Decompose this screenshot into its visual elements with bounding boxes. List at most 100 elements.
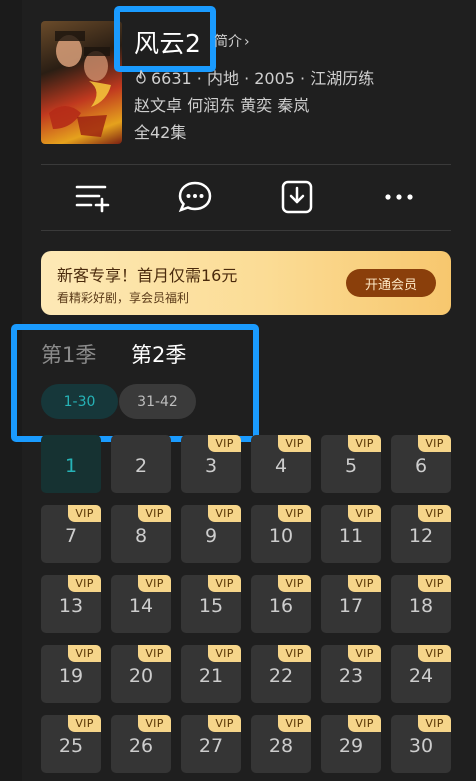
episode-number: 16 — [268, 595, 294, 617]
add-to-list-icon — [75, 185, 110, 213]
episode-item[interactable]: 1 — [41, 435, 101, 493]
episode-item[interactable]: 26 VIP — [111, 715, 171, 773]
vip-badge: VIP — [208, 575, 241, 592]
episode-item[interactable]: 14 VIP — [111, 575, 171, 633]
vip-badge: VIP — [348, 505, 381, 522]
vip-badge: VIP — [278, 575, 311, 592]
episode-item[interactable]: 15 VIP — [181, 575, 241, 633]
title-highlight-box — [114, 6, 216, 72]
episode-number: 9 — [204, 525, 218, 547]
vip-badge: VIP — [208, 505, 241, 522]
vip-badge: VIP — [348, 645, 381, 662]
vip-badge: VIP — [278, 645, 311, 662]
episode-number: 19 — [58, 665, 84, 687]
episode-item[interactable]: 12 VIP — [391, 505, 451, 563]
episode-item[interactable]: 2 — [111, 435, 171, 493]
episode-item[interactable]: 7 VIP — [41, 505, 101, 563]
vip-badge: VIP — [138, 715, 171, 732]
episode-number: 4 — [274, 455, 288, 477]
episode-item[interactable]: 10 VIP — [251, 505, 311, 563]
episode-item[interactable]: 25 VIP — [41, 715, 101, 773]
comment-button[interactable] — [177, 180, 213, 214]
vip-badge: VIP — [138, 575, 171, 592]
episode-number: 24 — [408, 665, 434, 687]
episode-item[interactable]: 28 VIP — [251, 715, 311, 773]
vip-badge: VIP — [348, 715, 381, 732]
episode-number: 23 — [338, 665, 364, 687]
episode-number: 14 — [128, 595, 154, 617]
episode-number: 12 — [408, 525, 434, 547]
vip-badge: VIP — [278, 435, 311, 452]
more-button[interactable] — [381, 180, 417, 214]
meta-text: 6631 · 内地 · 2005 · 江湖历练 — [151, 69, 375, 88]
episode-item[interactable]: 11 VIP — [321, 505, 381, 563]
episode-item[interactable]: 21 VIP — [181, 645, 241, 703]
episode-number: 7 — [64, 525, 78, 547]
episode-item[interactable]: 19 VIP — [41, 645, 101, 703]
episode-number: 28 — [268, 735, 294, 757]
episode-number: 25 — [58, 735, 84, 757]
episode-item[interactable]: 27 VIP — [181, 715, 241, 773]
chevron-right-icon: › — [244, 34, 250, 50]
more-icon — [385, 194, 413, 200]
episode-number: 20 — [128, 665, 154, 687]
download-button[interactable] — [279, 180, 315, 214]
episode-number: 13 — [58, 595, 84, 617]
vip-promo-title: 新客专享！首月仅需16元 — [57, 266, 238, 285]
episode-number: 11 — [338, 525, 364, 547]
intro-link-label: 简介 — [214, 34, 242, 50]
add-to-list-button[interactable] — [75, 180, 111, 214]
episode-item[interactable]: 6 VIP — [391, 435, 451, 493]
vip-badge: VIP — [418, 505, 451, 522]
vip-badge: VIP — [348, 435, 381, 452]
poster-image[interactable] — [41, 21, 122, 144]
episode-number: 30 — [408, 735, 434, 757]
vip-badge: VIP — [138, 505, 171, 522]
episode-item[interactable]: 29 VIP — [321, 715, 381, 773]
episode-number: 17 — [338, 595, 364, 617]
episode-item[interactable]: 5 VIP — [321, 435, 381, 493]
episode-number: 21 — [198, 665, 224, 687]
episode-item[interactable]: 13 VIP — [41, 575, 101, 633]
vip-badge: VIP — [278, 715, 311, 732]
episode-number: 8 — [134, 525, 148, 547]
vip-badge: VIP — [418, 435, 451, 452]
episode-number: 22 — [268, 665, 294, 687]
episode-item[interactable]: 30 VIP — [391, 715, 451, 773]
episode-item[interactable]: 18 VIP — [391, 575, 451, 633]
episode-number: 10 — [268, 525, 294, 547]
vip-badge: VIP — [68, 575, 101, 592]
open-membership-button[interactable]: 开通会员 — [346, 269, 436, 297]
vip-badge: VIP — [138, 645, 171, 662]
vip-promo-banner[interactable]: 新客专享！首月仅需16元 看精彩好剧，享会员福利 开通会员 — [41, 251, 451, 315]
episode-item[interactable]: 24 VIP — [391, 645, 451, 703]
vip-badge: VIP — [68, 505, 101, 522]
episode-count: 全42集 — [134, 123, 187, 142]
episode-item[interactable]: 22 VIP — [251, 645, 311, 703]
episode-item[interactable]: 20 VIP — [111, 645, 171, 703]
episode-number: 18 — [408, 595, 434, 617]
episode-item[interactable]: 3 VIP — [181, 435, 241, 493]
vip-badge: VIP — [348, 575, 381, 592]
episode-item[interactable]: 16 VIP — [251, 575, 311, 633]
episode-number: 27 — [198, 735, 224, 757]
episode-item[interactable]: 23 VIP — [321, 645, 381, 703]
vip-promo-subtitle: 看精彩好剧，享会员福利 — [57, 291, 190, 305]
episode-item[interactable]: 17 VIP — [321, 575, 381, 633]
meta-line: 6631 · 内地 · 2005 · 江湖历练 — [134, 65, 374, 89]
vip-badge: VIP — [418, 645, 451, 662]
vip-badge: VIP — [208, 715, 241, 732]
episode-number: 15 — [198, 595, 224, 617]
vip-badge: VIP — [418, 575, 451, 592]
episode-item[interactable]: 8 VIP — [111, 505, 171, 563]
episode-number: 5 — [344, 455, 358, 477]
download-icon — [281, 180, 313, 214]
vip-badge: VIP — [208, 645, 241, 662]
heat-icon — [136, 70, 146, 84]
episode-item[interactable]: 4 VIP — [251, 435, 311, 493]
intro-link[interactable]: 简介 › — [214, 31, 250, 51]
episode-number: 29 — [338, 735, 364, 757]
vip-badge: VIP — [278, 505, 311, 522]
episode-item[interactable]: 9 VIP — [181, 505, 241, 563]
episode-number: 1 — [64, 455, 78, 477]
